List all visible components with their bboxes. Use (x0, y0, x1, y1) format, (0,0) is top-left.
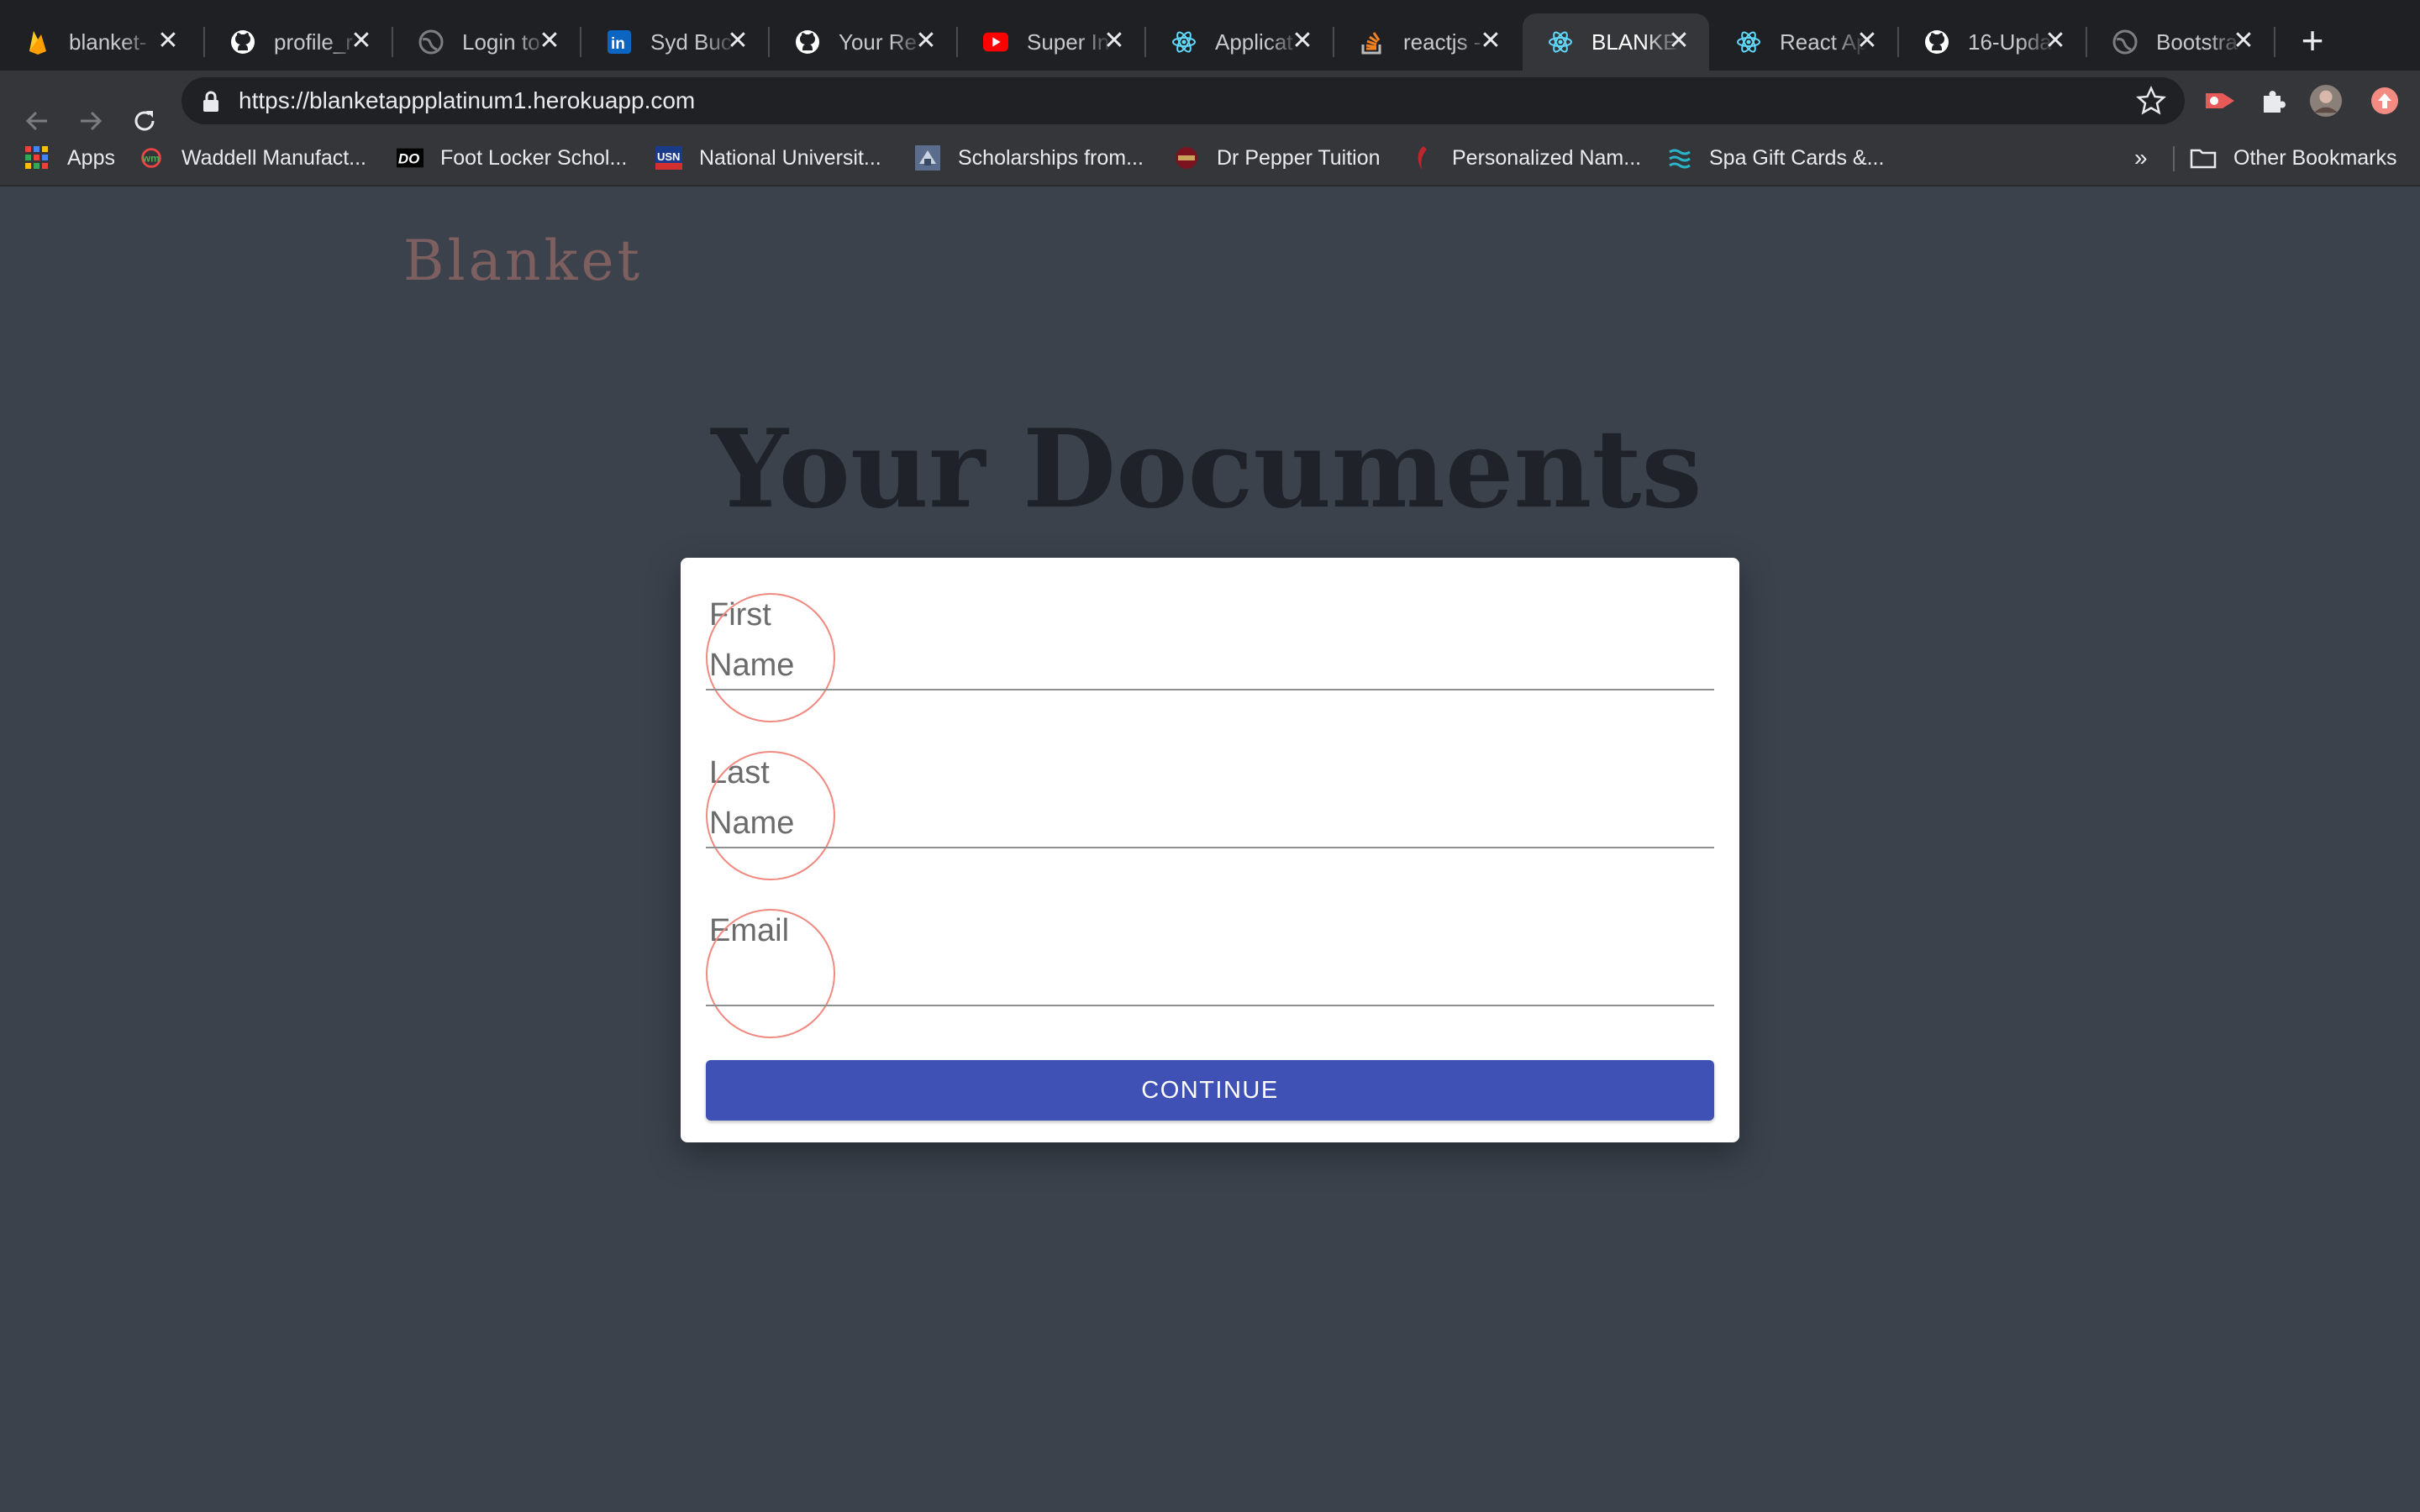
other-bookmarks[interactable]: Other Bookmarks (2190, 139, 2397, 176)
tab-item[interactable]: Your Re ✕ (770, 13, 956, 71)
tab-item[interactable]: in Syd Buc ✕ (581, 13, 768, 71)
bookmark-item[interactable]: wm Waddell Manufact... (138, 139, 366, 176)
bookmark-label: Waddell Manufact... (182, 145, 367, 170)
stackoverflow-icon (1360, 29, 1385, 55)
url-text[interactable]: https://blanketappplatinum1.herokuapp.co… (239, 84, 695, 118)
close-icon[interactable]: ✕ (1289, 29, 1316, 55)
bookmarks-overflow-button[interactable]: » (2134, 139, 2148, 176)
bookmark-item[interactable]: USN National Universit... (655, 139, 881, 176)
drpepper-icon (1173, 144, 1200, 171)
document-form-card: First Name Last Name Email CONTINUE (681, 558, 1739, 1142)
close-icon[interactable]: ✕ (2230, 29, 2257, 55)
bookmark-label: National Universit... (699, 145, 881, 170)
bookmark-item[interactable]: Spa Gift Cards &... (1665, 139, 1884, 176)
globe-icon (418, 29, 444, 55)
bookmark-label: Apps (67, 145, 115, 170)
scholarship-icon (914, 144, 941, 171)
apps-grid-icon (24, 144, 50, 171)
field-underline (706, 847, 1714, 848)
tab-item[interactable]: Super In ✕ (958, 13, 1144, 71)
youtube-icon (983, 29, 1008, 55)
tab-item[interactable]: Login to ✕ (393, 13, 580, 71)
close-icon[interactable]: ✕ (913, 29, 939, 55)
waddell-icon: wm (138, 144, 165, 171)
focus-ripple (706, 751, 835, 880)
new-tab-button[interactable]: + (2294, 21, 2331, 60)
focus-ripple (706, 593, 835, 722)
bookmark-item[interactable]: Personalized Nam... (1408, 139, 1641, 176)
bookmark-item[interactable]: Dr Pepper Tuition (1173, 139, 1381, 176)
react-icon (1548, 29, 1573, 55)
svg-text:USN: USN (657, 150, 680, 163)
tab-title: blanket- (69, 29, 147, 55)
globe-icon (2112, 29, 2138, 55)
bookmark-label: Scholarships from... (958, 145, 1144, 170)
react-icon (1736, 29, 1761, 55)
last-name-field[interactable]: Last Name (706, 748, 1714, 880)
tab-item[interactable]: Bootstra ✕ (2087, 13, 2274, 71)
close-icon[interactable]: ✕ (2042, 29, 2069, 55)
close-icon[interactable]: ✕ (1854, 29, 1881, 55)
tab-divider (2274, 27, 2275, 57)
bookmark-label: Foot Locker Schol... (440, 145, 628, 170)
tab-item[interactable]: 16-Upda ✕ (1899, 13, 2086, 71)
continue-button[interactable]: CONTINUE (706, 1060, 1714, 1121)
bookmark-label: Personalized Nam... (1452, 145, 1642, 170)
svg-text:in: in (611, 35, 625, 53)
tab-active[interactable]: BLANKE ✕ (1523, 13, 1709, 71)
close-icon[interactable]: ✕ (1101, 29, 1128, 55)
close-icon[interactable]: ✕ (1477, 29, 1504, 55)
react-icon (1171, 29, 1197, 55)
close-icon[interactable]: ✕ (155, 29, 182, 55)
field-underline (706, 689, 1714, 690)
github-icon (1924, 29, 1949, 55)
bookmark-apps[interactable]: Apps (24, 139, 115, 176)
close-icon[interactable]: ✕ (348, 29, 375, 55)
lock-icon (203, 91, 218, 112)
usn-icon: USN (655, 144, 682, 171)
folder-icon (2190, 144, 2217, 171)
close-icon[interactable]: ✕ (536, 29, 563, 55)
close-icon[interactable]: ✕ (1665, 29, 1692, 55)
bookmark-label: Other Bookmarks (2233, 145, 2397, 170)
screen-recorder-extension-icon[interactable] (2203, 84, 2237, 118)
bookmarks-bar: Apps wm Waddell Manufact... DO Foot Lock… (0, 131, 2420, 186)
first-name-field[interactable]: First Name (706, 590, 1714, 722)
tab-item[interactable]: profile_r ✕ (205, 13, 392, 71)
puzzle-extensions-icon[interactable] (2257, 84, 2291, 118)
page-title: Your Documents (711, 407, 1702, 533)
avatar[interactable] (2309, 84, 2343, 118)
bookmark-item[interactable]: Scholarships from... (914, 139, 1144, 176)
svg-text:DO: DO (398, 151, 419, 167)
close-icon[interactable]: ✕ (724, 29, 751, 55)
bookmarks-divider (2173, 146, 2175, 171)
tab-item[interactable]: React Ap ✕ (1711, 13, 1897, 71)
page-content: Blanket Your Documents First Name Last N… (0, 186, 2420, 1512)
github-icon (795, 29, 820, 55)
svg-text:wm: wm (142, 153, 160, 165)
tab-item[interactable]: Applicat ✕ (1146, 13, 1333, 71)
update-icon[interactable] (2368, 84, 2402, 118)
bookmark-label: Dr Pepper Tuition (1217, 145, 1381, 170)
bookmark-label: Spa Gift Cards &... (1709, 145, 1885, 170)
field-underline (706, 1005, 1714, 1006)
tab-item[interactable]: reactjs - ✕ (1334, 13, 1521, 71)
focus-ripple (706, 909, 835, 1038)
linkedin-icon: in (607, 29, 632, 55)
firebase-icon (25, 29, 50, 55)
personalized-icon (1408, 144, 1435, 171)
email-field[interactable]: Email (706, 906, 1714, 1038)
bookmark-item[interactable]: DO Foot Locker Schol... (397, 139, 627, 176)
star-icon[interactable] (2134, 84, 2168, 118)
tab-item[interactable]: blanket- ✕ (0, 13, 198, 71)
github-icon (230, 29, 255, 55)
footlocker-icon: DO (397, 144, 424, 171)
brand-logo[interactable]: Blanket (403, 228, 643, 293)
spa-icon (1665, 144, 1692, 171)
